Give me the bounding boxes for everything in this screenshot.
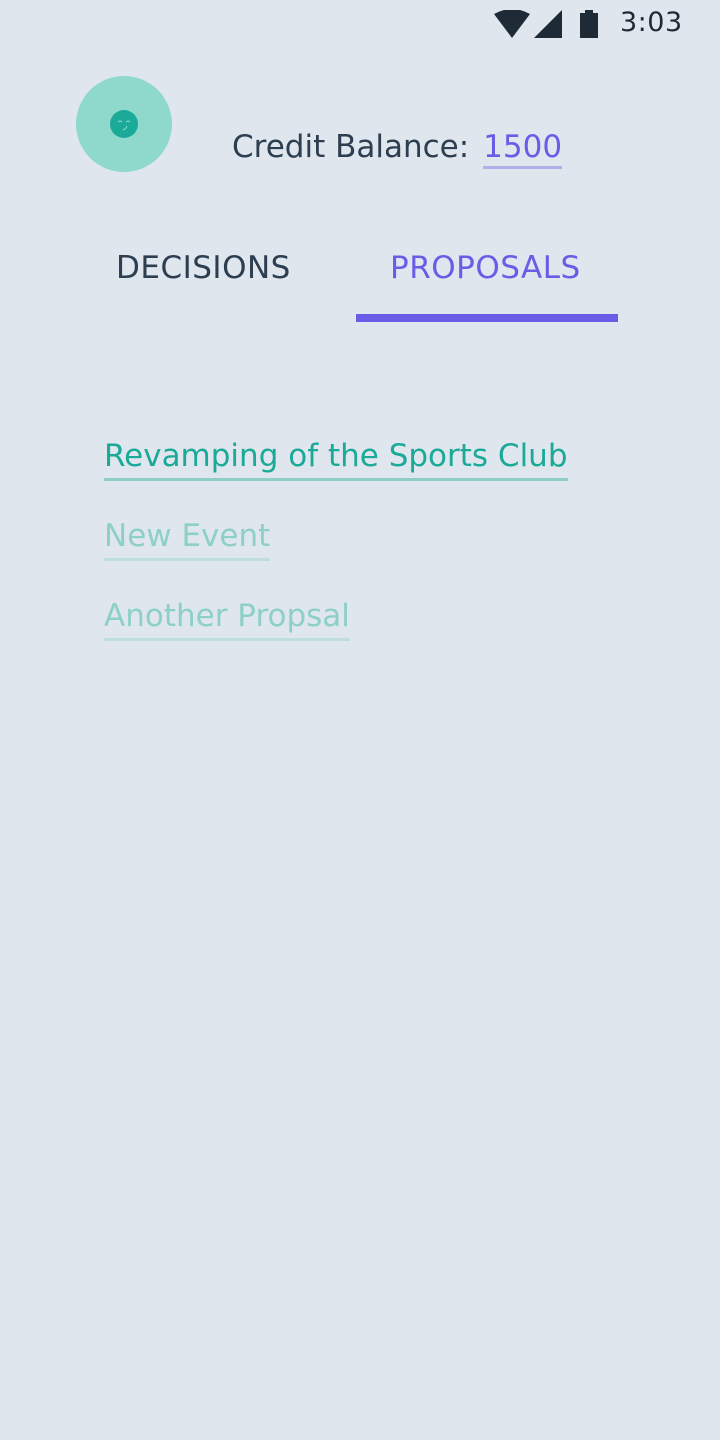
status-time: 3:03 xyxy=(620,7,683,38)
avatar[interactable] xyxy=(76,76,172,172)
credit-balance-label: Credit Balance: xyxy=(232,129,470,165)
active-tab-indicator xyxy=(356,314,618,322)
tab-proposals[interactable]: PROPOSALS xyxy=(390,250,581,286)
cell-signal-icon xyxy=(534,10,562,38)
proposal-link[interactable]: Revamping of the Sports Club xyxy=(104,436,568,481)
battery-icon xyxy=(580,10,598,38)
tab-decisions[interactable]: DECISIONS xyxy=(116,250,291,286)
proposal-link[interactable]: New Event xyxy=(104,516,271,561)
wifi-icon xyxy=(494,10,530,38)
tab-bar: DECISIONS PROPOSALS xyxy=(0,240,720,324)
proposal-list: Revamping of the Sports Club New Event A… xyxy=(104,436,568,676)
proposal-link[interactable]: Another Propsal xyxy=(104,596,350,641)
smiley-face-icon xyxy=(110,110,138,138)
credit-balance-value[interactable]: 1500 xyxy=(483,128,563,169)
status-bar: 3:03 xyxy=(0,0,720,48)
credit-balance: Credit Balance: 1500 xyxy=(232,128,563,169)
